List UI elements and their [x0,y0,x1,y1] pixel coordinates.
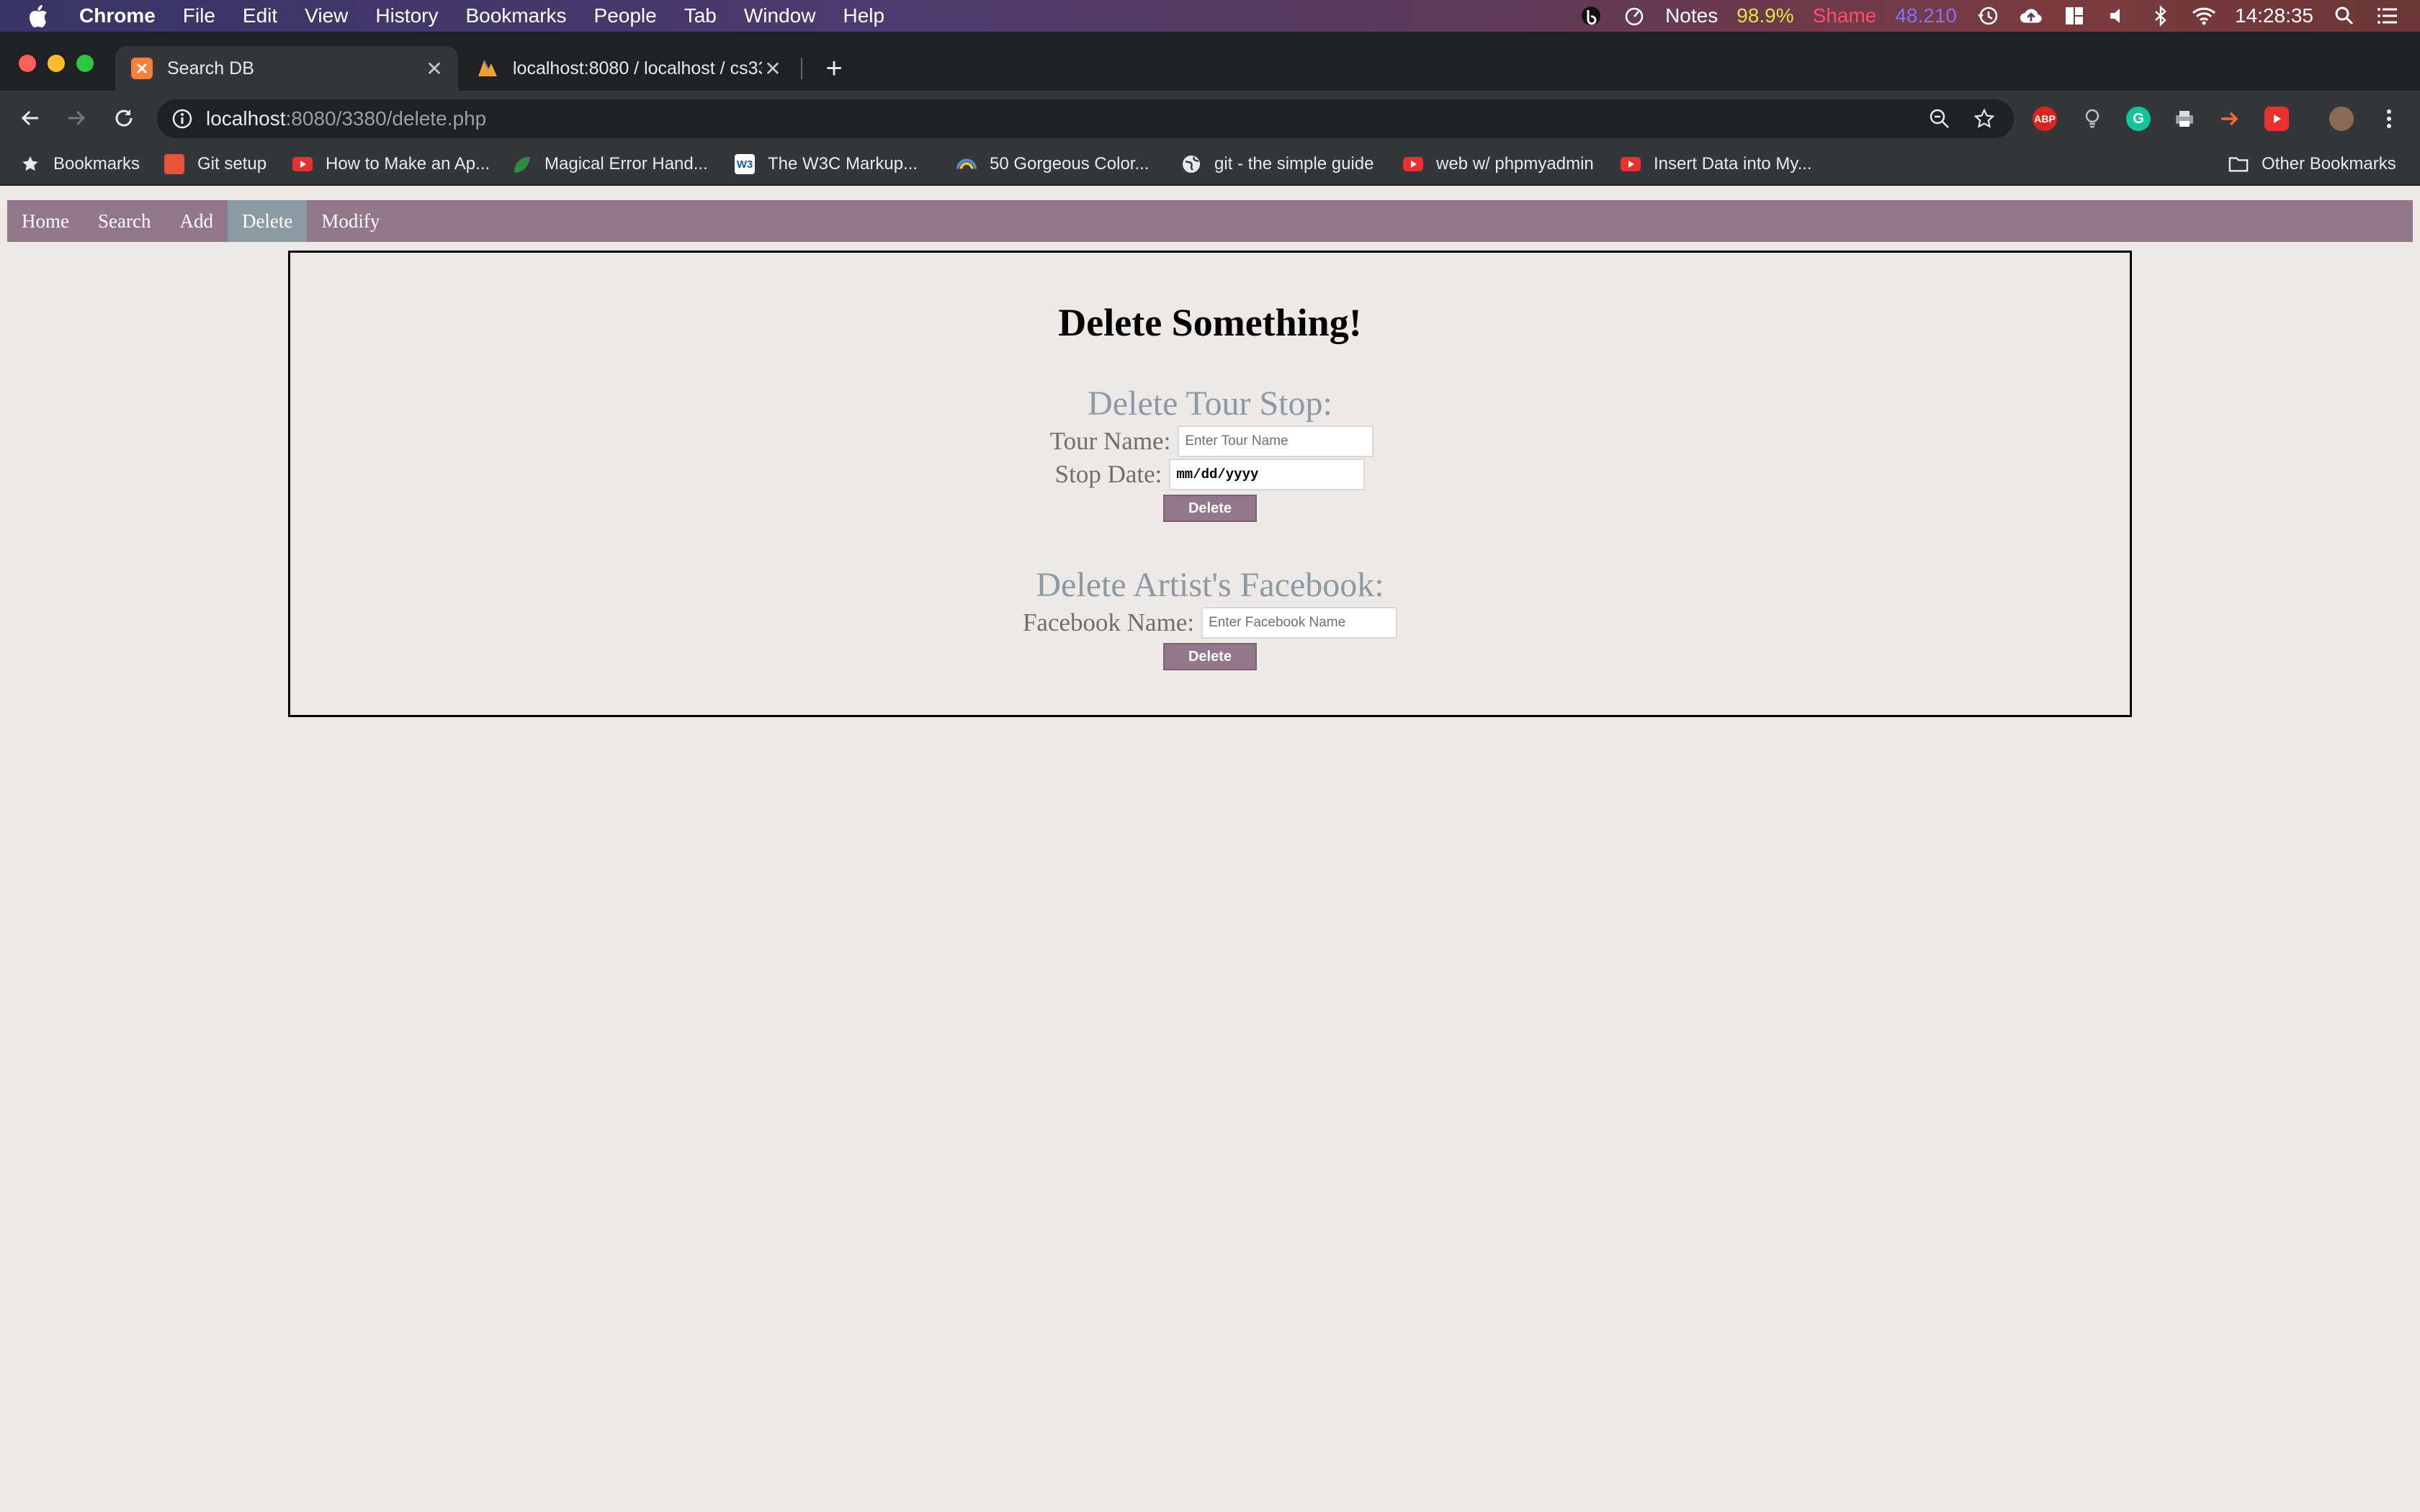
redirect-arrow-icon[interactable] [2218,107,2243,131]
cloud-upload-icon[interactable] [2019,5,2043,27]
site-info-icon[interactable] [171,108,193,130]
new-tab-plus-icon[interactable]: + [821,54,847,83]
git-favicon-icon [164,154,184,174]
delete-content-box: Delete Something! Delete Tour Stop: Tour… [288,251,2132,717]
nav-add[interactable]: Add [165,200,228,242]
macos-menubar: Chrome File Edit View History Bookmarks … [0,0,2420,32]
bookmark-magical-error-handling[interactable]: Magical Error Hand... [511,154,708,174]
bookmark-git-setup[interactable]: Git setup [164,154,266,174]
youtube-favicon-icon [292,154,313,174]
nav-home[interactable]: Home [7,200,84,242]
tour-name-label: Tour Name: [1049,427,1171,455]
layout-grid-icon[interactable] [2062,5,2087,27]
nav-modify[interactable]: Modify [307,200,394,242]
lightbulb-extension-icon[interactable] [2080,107,2105,131]
youtube-extension-icon[interactable] [2264,107,2289,131]
bookmark-star-icon[interactable] [1973,108,1995,133]
window-close-button[interactable] [19,55,36,72]
wifi-icon[interactable] [2192,5,2216,27]
zoom-icon[interactable] [1929,108,1950,133]
delete-facebook-heading: Delete Artist's Facebook: [1036,566,1384,604]
bookmark-other-bookmarks[interactable]: Other Bookmarks [2228,154,2396,174]
speedometer-icon[interactable] [1622,5,1646,27]
menu-tab[interactable]: Tab [684,4,717,27]
facebook-name-label: Facebook Name: [1022,608,1195,636]
globe-icon [1181,154,1201,174]
facebook-name-input[interactable] [1201,607,1398,639]
notes-menu-item[interactable]: Notes [1665,4,1718,27]
tab-title: Search DB [167,58,254,78]
tour-name-row: Tour Name: [290,426,2130,457]
printer-extension-icon[interactable] [2172,107,2197,131]
apple-icon[interactable] [27,4,49,28]
address-bar[interactable]: localhost:8080/3380/delete.php [157,99,2014,138]
menu-help[interactable]: Help [843,4,884,27]
tab-close-icon[interactable]: ✕ [424,58,445,80]
phpmyadmin-favicon-icon [477,58,498,79]
stop-date-label: Stop Date: [1054,460,1162,488]
leaf-favicon-icon [511,154,532,174]
star-icon [20,154,40,174]
menu-file[interactable]: File [183,4,215,27]
tour-name-input[interactable] [1178,426,1374,457]
reload-icon[interactable] [111,105,137,131]
clock[interactable]: 14:28:35 [2235,4,2313,27]
menu-window[interactable]: Window [744,4,816,27]
menu-edit[interactable]: Edit [243,4,277,27]
menu-view[interactable]: View [305,4,348,27]
youtube-favicon-icon [1403,154,1423,174]
battery-percent: 98.9% [1736,4,1794,27]
page-title: Delete Something! [1058,301,1362,344]
time-machine-icon[interactable] [1976,5,2000,27]
adblock-plus-icon[interactable]: ABP [2033,107,2057,131]
spotlight-search-icon[interactable] [2332,5,2357,27]
delete-tour-stop-heading: Delete Tour Stop: [1088,384,1332,423]
stop-date-row: Stop Date: [290,459,2130,490]
shame-value: 48.210 [1895,4,1957,27]
menu-bookmarks[interactable]: Bookmarks [465,4,566,27]
tab-phpmyadmin[interactable]: localhost:8080 / localhost / cs33 ✕ [461,46,797,91]
bookmark-insert-data[interactable]: Insert Data into My... [1621,154,1812,174]
back-arrow-icon[interactable] [17,105,43,131]
stop-date-input[interactable] [1169,459,1366,490]
window-zoom-button[interactable] [76,55,94,72]
tab-separator [801,58,802,79]
chrome-menu-icon[interactable] [2377,107,2401,131]
menu-history[interactable]: History [375,4,438,27]
beats-icon[interactable] [1579,5,1603,27]
colors-favicon-icon [956,154,977,174]
window-minimize-button[interactable] [48,55,65,72]
nav-search[interactable]: Search [84,200,165,242]
forward-arrow-icon[interactable] [63,105,89,131]
site-navigation: Home Search Add Delete Modify [7,200,2413,242]
shame-label[interactable]: Shame [1813,4,1877,27]
youtube-favicon-icon [1621,154,1641,174]
tab-title: localhost:8080 / localhost / cs33 [513,58,762,78]
volume-icon[interactable] [2105,5,2130,27]
menu-people[interactable]: People [594,4,657,27]
nav-delete[interactable]: Delete [227,200,308,242]
grammarly-icon[interactable]: G [2126,107,2151,131]
web-page: Home Search Add Delete Modify Delete Som… [0,187,2420,1512]
w3c-favicon-icon: W3 [735,154,755,174]
delete-tour-stop-button[interactable]: Delete [1163,495,1257,522]
folder-icon [2228,154,2249,174]
bookmark-web-phpmyadmin[interactable]: web w/ phpmyadmin [1403,154,1594,174]
tab-search-db[interactable]: Search DB ✕ [115,46,458,91]
notification-center-icon[interactable] [2375,5,2400,27]
bookmark-how-to-make-an-app[interactable]: How to Make an Ap... [292,154,490,174]
delete-facebook-button[interactable]: Delete [1163,643,1257,670]
facebook-name-row: Facebook Name: [290,607,2130,639]
bookmark-git-simple-guide[interactable]: git - the simple guide [1181,154,1373,174]
bookmark-50-gorgeous-colors[interactable]: 50 Gorgeous Color... [956,154,1149,174]
bookmark-w3c-markup[interactable]: W3 The W3C Markup... [735,154,918,174]
menu-app-chrome[interactable]: Chrome [79,4,156,27]
bookmark-bookmarks[interactable]: Bookmarks [20,154,140,174]
tab-close-icon[interactable]: ✕ [762,58,784,80]
url-text[interactable]: localhost:8080/3380/delete.php [206,107,486,130]
bluetooth-icon[interactable] [2148,5,2173,27]
xampp-favicon-icon [131,58,153,79]
profile-avatar[interactable] [2329,107,2354,131]
bookmarks-bar: Bookmarks Git setup How to Make an Ap...… [0,145,2420,186]
